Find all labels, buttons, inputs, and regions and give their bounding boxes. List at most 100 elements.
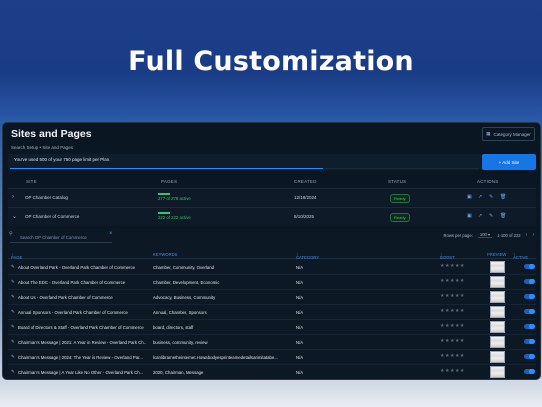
chevron-right-icon[interactable]: › [12,194,14,200]
col-active[interactable]: ACTIVE ↑ [513,252,528,260]
boost-stars-icon[interactable]: ★★★★★ [440,323,465,329]
export-icon[interactable]: ↗ [478,194,483,200]
document-icon[interactable]: ▣ [467,194,472,200]
edit-icon[interactable]: ✎ [11,264,15,270]
col-site: SITE [26,179,37,184]
col-created: CREATED [294,179,317,184]
col-category[interactable]: CATEGORY ↑ [296,252,319,260]
category-cell: N/A [296,310,304,315]
col-keywords[interactable]: KEYWORDS [153,252,177,257]
category-manager-button[interactable]: ▦ Category Manager [482,127,535,141]
site-pages: 222 of 222 active [158,212,191,220]
page-title-cell: About Overland Park - Overland Park Cham… [18,265,136,270]
col-actions: ACTIONS [477,179,499,184]
boost-stars-icon[interactable]: ★★★★★ [440,263,465,269]
app-header: Sites and Pages Search Setup • Site and … [11,128,92,150]
pages-progress [158,212,170,214]
usage-text: You've used 500 of your 750 page limit p… [14,157,111,162]
table-row[interactable]: ✎ About Overland Park - Overland Park Ch… [8,260,536,275]
keywords-cell: board, directors, staff [153,325,194,330]
breadcrumb: Search Setup • Site and Pages [11,145,73,150]
category-icon: ▦ [486,131,491,136]
preview-thumbnail[interactable] [490,351,505,363]
preview-thumbnail[interactable] [490,261,505,273]
boost-stars-icon[interactable]: ★★★★★ [440,368,465,374]
page-title-cell: Chairman's Message | 2024: The Year is R… [18,355,143,360]
category-cell: N/A [296,295,304,300]
boost-stars-icon[interactable]: ★★★★★ [440,308,465,314]
keywords-cell: business, community, review [153,340,208,345]
page-title-cell: Chairman's Message | 2021: A Year in Rev… [18,340,146,345]
active-toggle[interactable] [524,309,535,314]
preview-thumbnail[interactable] [490,306,505,318]
page-title-cell: Board of Directors & Staff - Overland Pa… [18,325,144,330]
delete-icon[interactable]: 🗑 [500,194,506,200]
col-page[interactable]: PAGE ↑ [11,252,22,260]
active-toggle[interactable] [524,324,535,329]
add-site-button[interactable]: + Add Site [482,154,536,170]
edit-icon[interactable]: ✎ [11,279,15,285]
edit-icon[interactable]: ✎ [11,369,15,375]
active-toggle[interactable] [524,294,535,299]
active-toggle[interactable] [524,369,535,374]
table-row[interactable]: ✎ Chairman's Message | 2024: The Year is… [8,350,536,365]
active-toggle[interactable] [524,279,535,284]
boost-stars-icon[interactable]: ★★★★★ [440,278,465,284]
clear-icon[interactable]: × [109,231,113,237]
pages-panel: Search OP Chamber of Commerce ⚲ × Rows p… [8,229,536,379]
boost-stars-icon[interactable]: ★★★★★ [440,353,465,359]
site-actions: ▣ ↗ ✎ 🗑 [467,194,506,200]
site-actions: ▣ ↗ ✎ 🗑 [467,213,506,219]
search-input[interactable]: Search OP Chamber of Commerce [10,232,112,243]
category-cell: N/A [296,370,304,375]
category-manager-label: Category Manager [493,131,531,137]
col-boost[interactable]: BOOST ↑ [440,252,455,260]
site-name: OP Chamber Catalog [25,195,68,200]
site-created: 12/18/2024 [294,195,317,200]
boost-stars-icon[interactable]: ★★★★★ [440,293,465,299]
table-row[interactable]: ✎ About The EDC - Overland Park Chamber … [8,275,536,290]
preview-thumbnail[interactable] [490,276,505,288]
edit-icon[interactable]: ✎ [489,213,494,219]
edit-icon[interactable]: ✎ [11,339,15,345]
edit-icon[interactable]: ✎ [11,294,15,300]
rows-per-page-select[interactable]: 100 ▾ [477,232,493,238]
preview-thumbnail[interactable] [490,321,505,333]
chevron-down-icon[interactable]: ⌄ [12,213,17,220]
table-row[interactable]: ✎ About Us - Overland Park Chamber of Co… [8,290,536,305]
rows-per-page-label: Rows per page: [443,232,473,238]
edit-icon[interactable]: ✎ [11,309,15,315]
table-row[interactable]: ✎ Board of Directors & Staff - Overland … [8,320,536,335]
table-row[interactable]: ✎ Chairman's Message | 2021: A Year in R… [8,335,536,350]
edit-icon[interactable]: ✎ [11,354,15,360]
active-toggle[interactable] [524,339,535,344]
delete-icon[interactable]: 🗑 [500,213,506,219]
category-cell: N/A [296,265,304,270]
preview-thumbnail[interactable] [490,336,505,348]
edit-icon[interactable]: ✎ [489,194,494,200]
site-row[interactable]: ⌄ OP Chamber of Commerce 222 of 222 acti… [8,207,536,226]
document-icon[interactable]: ▣ [467,213,472,219]
page-title-cell: Chairman's Message | A Year Like No Othe… [18,370,144,375]
usage-progress-fill [10,167,323,169]
category-cell: N/A [296,340,304,345]
boost-stars-icon[interactable]: ★★★★★ [440,338,465,344]
preview-thumbnail[interactable] [490,366,505,378]
active-toggle[interactable] [524,354,535,359]
export-icon[interactable]: ↗ [478,213,483,219]
preview-thumbnail[interactable] [490,291,505,303]
app-window: Sites and Pages Search Setup • Site and … [2,122,541,380]
pages-progress-fill [158,212,170,214]
table-row[interactable]: ✎ Annual Sponsors - Overland Park Chambe… [8,305,536,320]
edit-icon[interactable]: ✎ [11,324,15,330]
active-toggle[interactable] [524,264,535,269]
category-cell: N/A [296,355,304,360]
page-range: 1-100 of 222 [497,232,521,238]
hero-title: Full Customization [128,46,414,77]
prev-page-icon[interactable]: ‹ [526,232,528,238]
table-row[interactable]: ✎ Chairman's Message | A Year Like No Ot… [8,365,536,379]
next-page-icon[interactable]: › [532,232,534,238]
site-row[interactable]: › OP Chamber Catalog 277 of 278 active 1… [8,188,536,207]
pagination: Rows per page: 100 ▾ 1-100 of 222 ‹ › [444,232,534,238]
usage-banner: You've used 500 of your 750 page limit p… [8,154,481,170]
